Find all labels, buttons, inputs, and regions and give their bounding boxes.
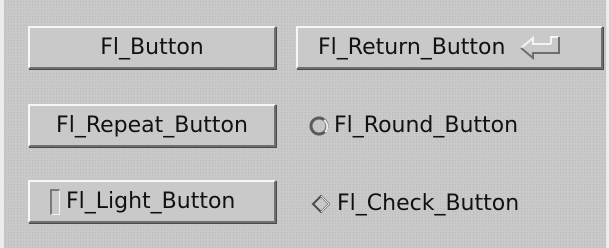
fl-light-button[interactable]: Fl_Light_Button <box>28 180 276 223</box>
fl-light-button-label: Fl_Light_Button <box>66 189 236 214</box>
fl-button-label: Fl_Button <box>100 35 204 60</box>
fl-round-button[interactable]: Fl_Round_Button <box>308 104 598 147</box>
button-demo-window: Fl_Button Fl_Return_Button Fl_Repeat_But… <box>0 0 609 248</box>
return-arrow-icon <box>519 35 561 60</box>
fl-repeat-button-label: Fl_Repeat_Button <box>56 113 248 138</box>
fl-check-button[interactable]: Fl_Check_Button <box>311 182 601 225</box>
radio-circle-icon <box>308 115 330 137</box>
light-indicator-icon <box>50 188 60 215</box>
fl-button[interactable]: Fl_Button <box>28 26 276 69</box>
fl-return-button[interactable]: Fl_Return_Button <box>296 26 603 69</box>
fl-check-button-label: Fl_Check_Button <box>337 191 520 216</box>
fl-repeat-button[interactable]: Fl_Repeat_Button <box>28 104 276 147</box>
fl-round-button-label: Fl_Round_Button <box>334 113 519 138</box>
fl-return-button-label: Fl_Return_Button <box>318 35 506 60</box>
diamond-check-icon <box>311 194 331 214</box>
